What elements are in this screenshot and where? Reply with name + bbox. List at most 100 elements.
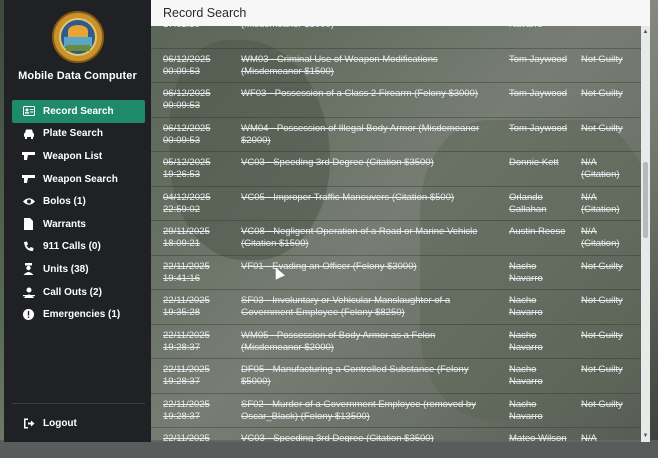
- logout-button[interactable]: Logout: [4, 404, 151, 442]
- record-search-panel: Record Search 17:02:39(Misdemeanor $3000…: [151, 0, 650, 442]
- sidebar-item-label: Emergencies (1): [43, 309, 121, 321]
- gun-icon: [22, 150, 35, 163]
- table-row[interactable]: 04/12/2025 22:59:02 VC05 - Improper Traff…: [151, 187, 641, 221]
- record-charge: VC08 - Negligent Operation of a Road or …: [241, 226, 478, 249]
- eye-icon: [22, 195, 35, 208]
- sidebar-item-weapon-search[interactable]: Weapon Search: [12, 168, 145, 191]
- record-charge: DF05 - Manufacturing a Controlled Substa…: [241, 364, 469, 387]
- record-officer: Navarro: [501, 26, 573, 48]
- table-row[interactable]: 22/11/2025 19:35:28 SF03 - Involuntary or…: [151, 290, 641, 325]
- background-scene: [0, 440, 658, 458]
- record-officer: Tom Jaywood: [509, 53, 568, 65]
- logout-icon: [22, 417, 35, 430]
- logout-label: Logout: [43, 417, 77, 429]
- id-card-icon: [22, 105, 35, 118]
- record-verdict: N/A (Citation): [581, 157, 620, 180]
- scroll-down-icon[interactable]: ▼: [642, 432, 649, 440]
- record-date: 22/11/2025 19:41:16: [163, 260, 210, 284]
- scrollbar[interactable]: ▲ ▼: [641, 26, 650, 442]
- table-row[interactable]: 05/12/2025 19:26:53 VC03 - Speeding 3rd D…: [151, 152, 641, 187]
- scroll-up-icon[interactable]: ▲: [642, 28, 649, 36]
- table-row[interactable]: 22/11/2025 19:41:16 VF01 - Evading an Off…: [151, 256, 641, 290]
- record-officer: Donnie Kett: [509, 157, 559, 168]
- sidebar-nav: Record Search Plate Search Weapon List W…: [4, 100, 151, 326]
- record-verdict: Not Guilty: [581, 398, 623, 410]
- record-date: 06/12/2025 00:09:53: [163, 88, 211, 111]
- record-verdict: [573, 26, 641, 48]
- record-date: 04/12/2025 22:59:02: [163, 191, 211, 215]
- sidebar-item-label: Units (38): [43, 263, 89, 275]
- record-officer: Austin Reese: [509, 226, 566, 237]
- record-charge: VC05 - Improper Traffic Maneuvers (Citat…: [241, 191, 455, 203]
- record-date: 17:02:39: [151, 26, 233, 48]
- record-charge: (Misdemeanor $3000): [233, 26, 501, 48]
- app-title: Mobile Data Computer: [18, 70, 137, 82]
- sidebar-item-call-outs[interactable]: Call Outs (2): [12, 281, 145, 304]
- state-seal-logo: [51, 11, 104, 63]
- record-date: 22/11/2025 19:28:37: [163, 329, 210, 353]
- table-row[interactable]: 17:02:39(Misdemeanor $3000)Navarro: [151, 26, 641, 49]
- mdc-window: Mobile Data Computer Record Search Plate…: [4, 0, 650, 442]
- record-date: 22/11/2025: [163, 433, 210, 442]
- record-charge: WM03 - Criminal Use of Weapon Modificati…: [241, 53, 438, 77]
- record-charge: SF03 - Involuntary or Vehicular Manslaug…: [241, 295, 451, 318]
- sidebar-item-label: Weapon List: [43, 150, 103, 162]
- record-officer: Nacho Navarro: [509, 364, 543, 387]
- scrollbar-thumb[interactable]: [643, 162, 648, 238]
- car-icon: [22, 127, 35, 140]
- sidebar-item-label: 911 Calls (0): [43, 241, 101, 253]
- record-verdict: Not Guilty: [581, 295, 623, 306]
- sidebar-item-record-search[interactable]: Record Search: [12, 100, 145, 123]
- table-row[interactable]: 06/12/2025 00:09:53 WF03 - Possession of …: [151, 83, 641, 118]
- record-verdict: Not Guilty: [581, 260, 623, 272]
- table-row[interactable]: 22/11/2025 19:28:37 SF02 - Murder of a Go…: [151, 394, 641, 428]
- table-row[interactable]: 22/11/2025 19:28:37 DF05 - Manufacturing …: [151, 359, 641, 394]
- sidebar-item-label: Weapon Search: [43, 173, 118, 185]
- sidebar-item-label: Record Search: [43, 105, 114, 117]
- sidebar-item-label: Warrants: [43, 218, 86, 230]
- table-row[interactable]: 06/12/2025 00:09:53 WM04 - Possession of …: [151, 118, 641, 152]
- records-table[interactable]: 17:02:39(Misdemeanor $3000)Navarro06/12/…: [151, 26, 641, 442]
- record-officer: Tom Jaywood: [509, 122, 568, 134]
- record-verdict: Not Guilty: [581, 122, 623, 134]
- record-charge: SF02 - Murder of a Government Employee (…: [241, 398, 476, 422]
- record-verdict: Not Guilty: [581, 329, 623, 341]
- record-officer: Nacho Navarro: [509, 398, 543, 422]
- record-officer: Nacho Navarro: [509, 260, 543, 284]
- record-verdict: Not Guilty: [581, 88, 623, 99]
- record-verdict: N/A (Citation): [581, 226, 620, 249]
- sidebar-item-emergencies[interactable]: Emergencies (1): [12, 303, 145, 326]
- record-officer: Mateo Wilson: [509, 433, 567, 442]
- sidebar-item-warrants[interactable]: Warrants: [12, 213, 145, 236]
- sidebar-item-911-calls[interactable]: 911 Calls (0): [12, 236, 145, 259]
- record-verdict: Not Guilty: [581, 53, 623, 65]
- gun-icon: [22, 173, 35, 186]
- record-date: 22/11/2025 19:28:37: [163, 398, 210, 422]
- record-charge: VC03 - Speeding 3rd Degree (Citation $35…: [241, 157, 434, 168]
- page-title: Record Search: [151, 0, 650, 26]
- table-row[interactable]: 22/11/2025 VC03 - Speeding 3rd Degree (Ci…: [151, 428, 641, 442]
- record-date: 29/11/2025 18:09:21: [163, 226, 210, 249]
- record-verdict: N/A: [581, 433, 597, 442]
- record-date: 22/11/2025 19:28:37: [163, 364, 210, 387]
- table-row[interactable]: 06/12/2025 00:09:53 WM03 - Criminal Use o…: [151, 49, 641, 83]
- record-verdict: Not Guilty: [581, 364, 623, 375]
- record-date: 05/12/2025 19:26:53: [163, 157, 211, 180]
- table-row[interactable]: 22/11/2025 19:28:37 WM05 - Possession of …: [151, 325, 641, 359]
- phone-icon: [22, 240, 35, 253]
- record-officer: Orlando Callahan: [509, 191, 547, 215]
- sidebar-item-plate-search[interactable]: Plate Search: [12, 123, 145, 146]
- sidebar-item-bolos[interactable]: Bolos (1): [12, 190, 145, 213]
- sidebar-item-units[interactable]: Units (38): [12, 258, 145, 281]
- officer-icon: [22, 263, 35, 276]
- sidebar-item-label: Bolos (1): [43, 196, 86, 208]
- record-date: 06/12/2025 00:09:53: [163, 122, 211, 146]
- record-charge: WM05 - Possession of Body Armor as a Fel…: [241, 329, 436, 353]
- sidebar-item-weapon-list[interactable]: Weapon List: [12, 145, 145, 168]
- record-officer: Tom Jaywood: [509, 88, 568, 99]
- file-icon: [22, 218, 35, 231]
- record-charge: VC03 - Speeding 3rd Degree (Citation $35…: [241, 433, 434, 442]
- records-list: 17:02:39(Misdemeanor $3000)Navarro06/12/…: [151, 26, 641, 442]
- alert-icon: [22, 308, 35, 321]
- table-row[interactable]: 29/11/2025 18:09:21 VC08 - Negligent Oper…: [151, 221, 641, 256]
